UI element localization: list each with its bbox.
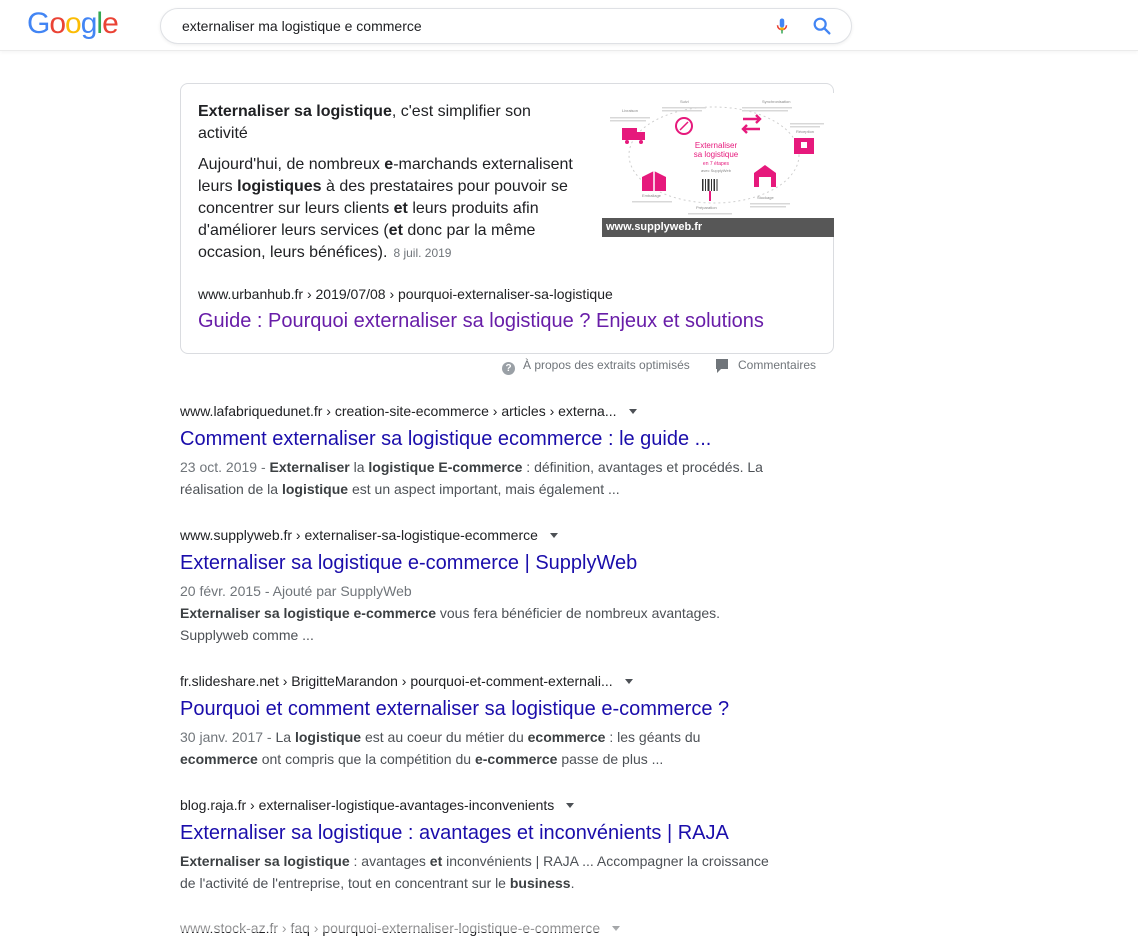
result-url-text: blog.raja.fr › externaliser-logistique-a… xyxy=(180,797,555,813)
snippet-text: : les géants du xyxy=(605,729,701,745)
highlighted-term: logistique xyxy=(294,729,362,745)
result-url-text: www.supplyweb.fr › externaliser-sa-logis… xyxy=(180,527,538,543)
infographic-brand: avec SupplyWeb xyxy=(701,168,732,173)
snippet-image[interactable]: Externaliser sa logistique en 7 étapes a… xyxy=(602,93,834,237)
highlighted-term: et xyxy=(429,853,443,869)
snippet-text: La xyxy=(275,729,295,745)
result-url[interactable]: fr.slideshare.net › BrigitteMarandon › p… xyxy=(180,672,780,690)
result-snippet: 30 janv. 2017 - La logistique est au coe… xyxy=(180,726,780,770)
result-url-text: www.lafabriquedunet.fr › creation-site-e… xyxy=(180,403,617,419)
step-label: Réception xyxy=(796,129,814,134)
highlighted-term: business xyxy=(509,875,571,891)
step-label: Synchronisation xyxy=(762,99,790,104)
infographic-steps: en 7 étapes xyxy=(703,161,730,167)
highlighted-term: logistiques xyxy=(237,178,322,195)
result-title-link[interactable]: Externaliser sa logistique : avantages e… xyxy=(180,820,780,846)
about-snippets-label: À propos des extraits optimisés xyxy=(523,358,690,372)
highlighted-term: e xyxy=(384,156,394,173)
logo-letter: o xyxy=(49,7,66,40)
result-date: 30 janv. 2017 - xyxy=(180,729,276,745)
result-url[interactable]: www.supplyweb.fr › externaliser-sa-logis… xyxy=(180,526,780,544)
snippet-title-link[interactable]: Guide : Pourquoi externaliser sa logisti… xyxy=(198,310,764,333)
chevron-down-icon[interactable] xyxy=(624,679,633,684)
highlighted-term: et xyxy=(388,222,403,239)
step-label: Livraison xyxy=(622,108,638,113)
logo-letter: o xyxy=(65,7,82,40)
snippet-text: passe de plus ... xyxy=(557,751,664,767)
result-snippet: 23 oct. 2019 - Externaliser la logistiqu… xyxy=(180,456,780,500)
bottom-fade xyxy=(0,905,1138,932)
step-label: Stockage xyxy=(757,195,774,200)
snippet-date: 8 juil. 2019 xyxy=(393,246,452,260)
about-snippets-link[interactable]: ? À propos des extraits optimisés xyxy=(502,358,690,375)
highlighted-term: ecommerce xyxy=(527,729,606,745)
search-result: www.lafabriquedunet.fr › creation-site-e… xyxy=(180,402,780,500)
highlighted-term: e-commerce xyxy=(474,751,558,767)
logistics-infographic: Externaliser sa logistique en 7 étapes a… xyxy=(610,99,824,215)
feedback-link[interactable]: Commentaires xyxy=(716,358,817,373)
search-result: blog.raja.fr › externaliser-logistique-a… xyxy=(180,796,780,894)
chevron-down-icon[interactable] xyxy=(566,803,575,808)
snippet-text: ont compris que la compétition du xyxy=(257,751,475,767)
highlighted-term: et xyxy=(393,200,408,217)
result-title-link[interactable]: Pourquoi et comment externaliser sa logi… xyxy=(180,696,780,722)
snippet-url[interactable]: www.urbanhub.fr › 2019/07/08 › pourquoi-… xyxy=(198,286,613,302)
sync-arrows-icon xyxy=(741,114,762,134)
chevron-down-icon[interactable] xyxy=(628,409,637,414)
snippet-text: Aujourd'hui, de nombreux xyxy=(198,156,385,173)
highlighted-term: ecommerce xyxy=(180,751,258,767)
snippet-body: Aujourd'hui, de nombreux e-marchands ext… xyxy=(198,154,578,264)
help-icon: ? xyxy=(502,362,515,375)
step-label: Emballage xyxy=(642,193,662,198)
highlighted-term: logistique E-commerce xyxy=(368,459,523,475)
result-date: 23 oct. 2019 - xyxy=(180,459,270,475)
result-snippet: 20 févr. 2015 - Ajouté par SupplyWeb Exte… xyxy=(180,580,780,646)
highlighted-term: Externaliser xyxy=(269,459,350,475)
logo-letter: g xyxy=(80,7,98,40)
feedback-label: Commentaires xyxy=(738,358,817,372)
snippet-heading: Externaliser sa logistique, c'est simpli… xyxy=(198,101,578,145)
result-title-link[interactable]: Externaliser sa logistique e-commerce | … xyxy=(180,550,780,576)
search-input[interactable]: externaliser ma logistique e commerce xyxy=(182,18,422,34)
barcode-icon xyxy=(702,179,718,191)
step-label: Préparation xyxy=(696,205,717,210)
highlighted-term: logistique xyxy=(281,481,349,497)
logo-letter: G xyxy=(27,7,50,40)
search-icon[interactable] xyxy=(811,15,833,37)
infographic-subtitle: sa logistique xyxy=(694,150,739,159)
result-snippet: Externaliser sa logistique : avantages e… xyxy=(180,850,780,894)
snippet-text: la xyxy=(349,459,369,475)
chevron-down-icon[interactable] xyxy=(549,533,558,538)
step-label: Suivi xyxy=(680,99,689,104)
search-result: www.supplyweb.fr › externaliser-sa-logis… xyxy=(180,526,780,646)
search-result: fr.slideshare.net › BrigitteMarandon › p… xyxy=(180,672,780,770)
google-logo[interactable]: Google xyxy=(27,7,119,41)
infographic-title: Externaliser xyxy=(695,141,738,150)
featured-snippet: Externaliser sa logistique, c'est simpli… xyxy=(180,83,834,354)
result-title-link[interactable]: Comment externaliser sa logistique ecomm… xyxy=(180,426,780,452)
result-url[interactable]: www.lafabriquedunet.fr › creation-site-e… xyxy=(180,402,780,420)
image-caption: www.supplyweb.fr xyxy=(602,218,834,237)
snippet-heading-bold: Externaliser sa logistique xyxy=(198,103,392,120)
highlighted-term: Externaliser sa logistique e-commerce xyxy=(180,605,436,621)
result-url[interactable]: blog.raja.fr › externaliser-logistique-a… xyxy=(180,796,780,814)
truck-icon xyxy=(622,128,637,140)
highlighted-term: Externaliser sa logistique xyxy=(180,853,350,869)
snippet-text: est au coeur du métier du xyxy=(361,729,528,745)
logo-letter: e xyxy=(102,7,119,40)
result-url-text: fr.slideshare.net › BrigitteMarandon › p… xyxy=(180,673,613,689)
microphone-icon[interactable] xyxy=(773,16,791,36)
snippet-text: : avantages xyxy=(349,853,430,869)
result-date: 20 févr. 2015 - Ajouté par SupplyWeb xyxy=(180,583,412,599)
feedback-icon xyxy=(716,359,728,373)
top-bar: Google externaliser ma logistique e comm… xyxy=(0,0,1138,51)
snippet-text: est un aspect important, mais également … xyxy=(348,481,620,497)
search-box[interactable]: externaliser ma logistique e commerce xyxy=(160,8,852,44)
snippet-text: . xyxy=(570,875,575,891)
